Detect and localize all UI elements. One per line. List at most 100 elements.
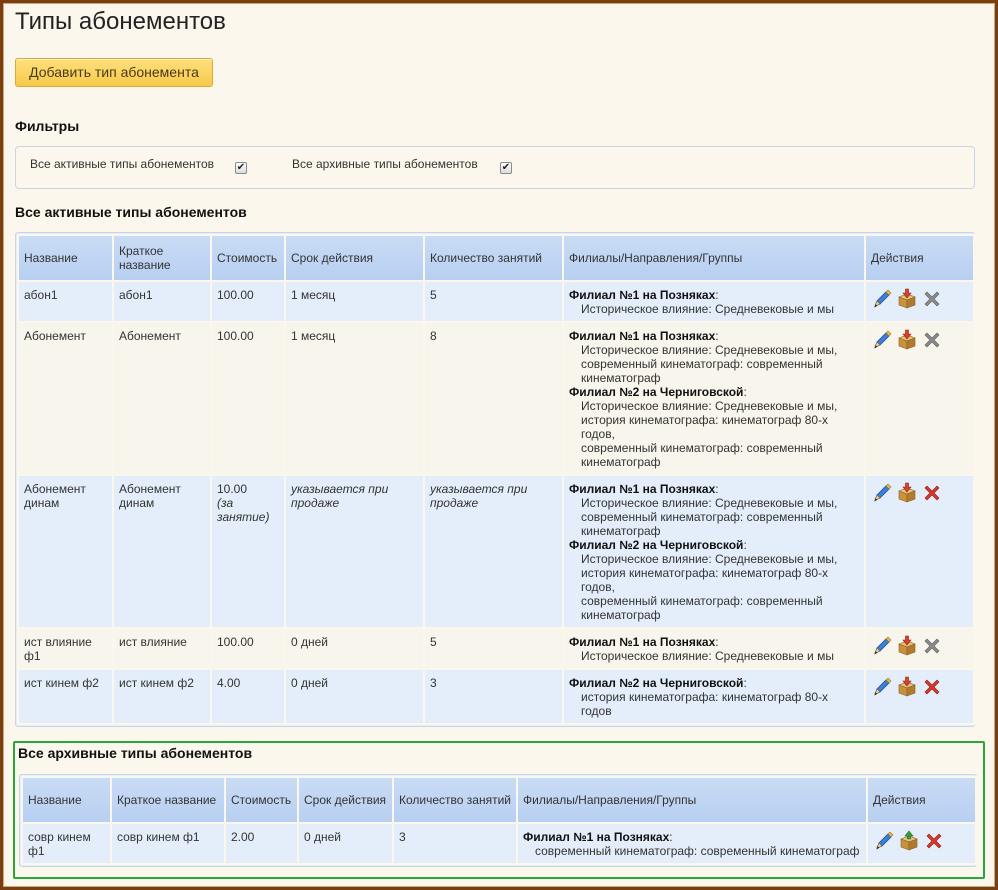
cell-branches: Филиал №1 на Позняках: Историческое влиян… — [562, 321, 866, 476]
cell-short-name: Абонемент — [112, 321, 212, 476]
archive-column-header: Количество занятий — [392, 776, 518, 824]
pencil-icon[interactable] — [871, 288, 893, 310]
add-subscription-type-button[interactable]: Добавить тип абонемента — [15, 58, 213, 87]
branch-group: современный кинематограф: современный ки… — [535, 844, 860, 858]
branch-group: Историческое влияние: Средневековые и мы… — [581, 496, 838, 510]
delete-cross-icon[interactable] — [921, 482, 943, 504]
branch-name: Филиал №1 на Позняках — [569, 635, 716, 649]
table-row: ист кинем ф2 ист кинем ф2 4.00 0 дней 3 Филиа… — [17, 668, 975, 725]
cell-price: 2.00 — [224, 822, 299, 865]
filter-active-checkbox[interactable]: ✔ — [235, 162, 247, 174]
cell-branches: Филиал №1 на Позняках: Историческое влиян… — [562, 627, 866, 670]
cell-term: 0 дней — [297, 822, 394, 865]
branch-group: Историческое влияние: Средневековые и мы — [581, 302, 834, 316]
branch-line: Филиал №1 на Позняках: — [569, 635, 719, 649]
branch-group: Историческое влияние: Средневековые и мы… — [581, 343, 838, 357]
delete-cross-icon[interactable] — [921, 635, 943, 657]
cell-price: 100.00 — [210, 280, 286, 323]
cell-price: 100.00 — [210, 321, 286, 476]
archive-column-header: Действия — [866, 776, 977, 824]
branch-group: история кинематографа: кинематограф 80-х… — [581, 690, 829, 718]
branch-line: Филиал №1 на Позняках: — [569, 288, 719, 302]
cell-term: 1 месяц — [284, 321, 425, 476]
cell-name: совр кинем ф1 — [21, 822, 112, 865]
price-note: (за занятие) — [217, 496, 270, 524]
pencil-icon[interactable] — [871, 482, 893, 504]
active-column-header: Количество занятий — [423, 234, 564, 282]
branch-group: современный кинематограф: современный ки… — [581, 510, 823, 538]
table-row: Абонемент Абонемент 100.00 1 месяц 8 Филиал №… — [17, 321, 975, 476]
active-column-header: Срок действия — [284, 234, 425, 282]
table-row: совр кинем ф1 совр кинем ф1 2.00 0 дней 3 Фил… — [21, 822, 977, 865]
cell-term: 0 дней — [284, 627, 425, 670]
branch-group: история кинематографа: кинематограф 80-х… — [581, 413, 829, 441]
branch-group: современный кинематограф: современный ки… — [581, 441, 823, 469]
cell-lessons-count: 3 — [392, 822, 518, 865]
branch-line: Филиал №1 на Позняках: — [569, 482, 719, 496]
archive-column-header: Стоимость — [224, 776, 299, 824]
archive-box-icon[interactable] — [896, 676, 918, 698]
cell-actions — [864, 280, 975, 323]
page: Типы абонементов Добавить тип абонемента… — [3, 3, 995, 887]
price-value: 4.00 — [217, 676, 241, 690]
cell-term: 0 дней — [284, 668, 425, 725]
archive-types-title: Все архивные типы абонементов — [18, 745, 253, 761]
cell-branches: Филиал №2 на Черниговской: история кинема… — [562, 668, 866, 725]
delete-cross-icon[interactable] — [921, 676, 943, 698]
cell-name: Абонемент динам — [17, 474, 114, 629]
price-value: 100.00 — [217, 635, 254, 649]
pencil-icon[interactable] — [871, 329, 893, 351]
archive-column-header: Филиалы/Направления/Группы — [516, 776, 868, 824]
branch-group: Историческое влияние: Средневековые и мы — [581, 649, 834, 663]
cell-price: 10.00 (за занятие) — [210, 474, 286, 629]
branch-name: Филиал №2 на Черниговской — [569, 538, 744, 552]
price-value: 2.00 — [231, 830, 255, 844]
cell-term: 1 месяц — [284, 280, 425, 323]
delete-cross-icon[interactable] — [921, 329, 943, 351]
cell-name: абон1 — [17, 280, 114, 323]
cell-short-name: абон1 — [112, 280, 212, 323]
archive-box-icon[interactable] — [896, 329, 918, 351]
cell-name: ист кинем ф2 — [17, 668, 114, 725]
active-column-header: Действия — [864, 234, 975, 282]
cell-short-name: совр кинем ф1 — [110, 822, 226, 865]
branch-name: Филиал №1 на Позняках — [569, 482, 716, 496]
pencil-icon[interactable] — [873, 830, 895, 852]
archive-types-table: Название Краткое название Стоимость Срок де… — [21, 776, 977, 865]
pencil-icon[interactable] — [871, 635, 893, 657]
price-value: 100.00 — [217, 288, 254, 302]
filter-archive-label: Все архивные типы абонементов — [292, 157, 478, 171]
filter-archive-checkbox[interactable]: ✔ — [500, 162, 512, 174]
cell-name: Абонемент — [17, 321, 114, 476]
archive-column-header: Краткое название — [110, 776, 226, 824]
cell-actions — [864, 321, 975, 476]
active-types-table-wrap: Название Краткое название Стоимость Срок де… — [15, 232, 975, 727]
delete-cross-icon[interactable] — [923, 830, 945, 852]
cell-actions — [864, 668, 975, 725]
branch-name: Филиал №1 на Позняках — [569, 288, 716, 302]
archive-column-header: Название — [21, 776, 112, 824]
cell-lessons-count: 5 — [423, 627, 564, 670]
cell-lessons-count: 3 — [423, 668, 564, 725]
archive-box-icon[interactable] — [896, 635, 918, 657]
pencil-icon[interactable] — [871, 676, 893, 698]
restore-box-icon[interactable] — [898, 830, 920, 852]
branch-line: Филиал №1 на Позняках: — [523, 830, 673, 844]
price-value: 100.00 — [217, 329, 254, 343]
branch-line: Филиал №2 на Черниговской: — [569, 676, 747, 690]
delete-cross-icon[interactable] — [921, 288, 943, 310]
branch-name: Филиал №1 на Позняках — [569, 329, 716, 343]
archive-box-icon[interactable] — [896, 482, 918, 504]
table-row: Абонемент динам Абонемент динам 10.00 (за з… — [17, 474, 975, 629]
archive-column-header: Срок действия — [297, 776, 394, 824]
cell-actions — [866, 822, 977, 865]
archive-box-icon[interactable] — [896, 288, 918, 310]
cell-actions — [864, 627, 975, 670]
active-column-header: Филиалы/Направления/Группы — [562, 234, 866, 282]
active-column-header: Стоимость — [210, 234, 286, 282]
cell-lessons-count: 8 — [423, 321, 564, 476]
cell-branches: Филиал №1 на Позняках: Историческое влиян… — [562, 280, 866, 323]
cell-name: ист влияние ф1 — [17, 627, 114, 670]
branch-name: Филиал №2 на Черниговской — [569, 676, 744, 690]
price-value: 10.00 — [217, 482, 248, 496]
